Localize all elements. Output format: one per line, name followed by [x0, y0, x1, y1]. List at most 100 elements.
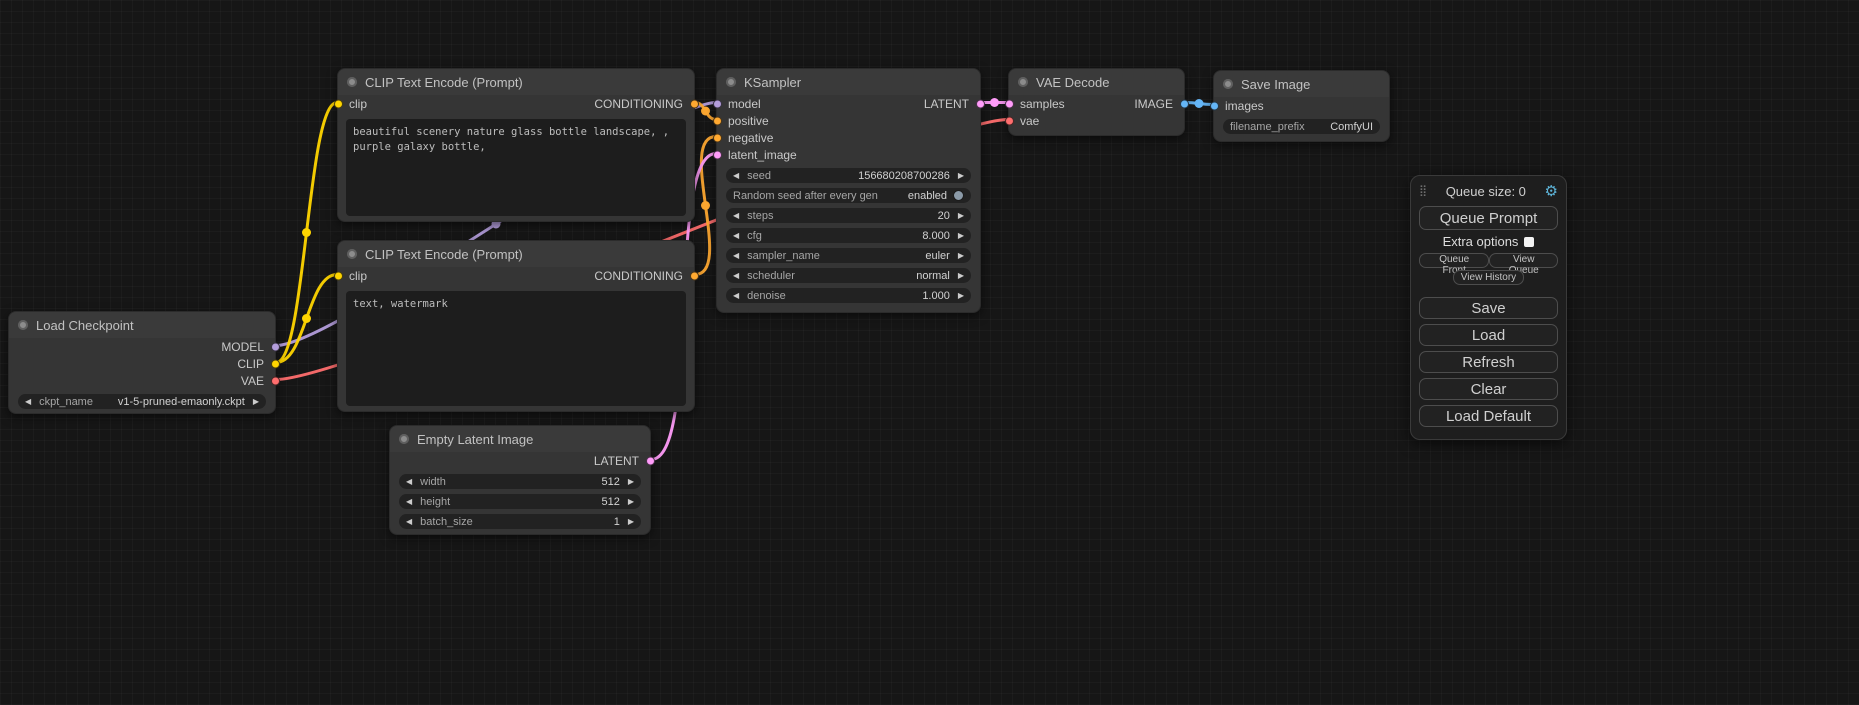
node-header[interactable]: VAE Decode	[1009, 69, 1184, 95]
vae-output-port[interactable]	[271, 376, 280, 385]
save-button[interactable]: Save	[1419, 297, 1558, 319]
node-vae-decode[interactable]: VAE Decode samples IMAGE vae	[1008, 68, 1185, 136]
increment-arrow-icon[interactable]: ▶	[628, 497, 634, 506]
clear-button[interactable]: Clear	[1419, 378, 1558, 400]
batch-size-widget[interactable]: ◀ batch_size 1 ▶	[399, 514, 641, 529]
random-seed-toggle[interactable]	[953, 190, 964, 201]
decrement-arrow-icon[interactable]: ◀	[406, 477, 412, 486]
height-widget[interactable]: ◀ height 512 ▶	[399, 494, 641, 509]
node-load-checkpoint[interactable]: Load Checkpoint MODEL CLIP VAE ◀ ckpt_na…	[8, 311, 276, 414]
increment-arrow-icon[interactable]: ▶	[958, 231, 964, 240]
increment-arrow-icon[interactable]: ▶	[628, 477, 634, 486]
node-ksampler[interactable]: KSampler model LATENT positive negative …	[716, 68, 981, 313]
view-queue-button[interactable]: View Queue	[1489, 253, 1558, 268]
output-label: MODEL	[221, 340, 264, 354]
refresh-button[interactable]: Refresh	[1419, 351, 1558, 373]
decrement-arrow-icon[interactable]: ◀	[733, 291, 739, 300]
widget-label: ckpt_name	[39, 396, 93, 408]
node-empty-latent-image[interactable]: Empty Latent Image LATENT ◀ width 512 ▶ …	[389, 425, 651, 535]
ckpt-name-widget[interactable]: ◀ ckpt_name v1-5-pruned-emaonly.ckpt ▶	[18, 394, 266, 409]
node-header[interactable]: Empty Latent Image	[390, 426, 650, 452]
images-input-port[interactable]	[1210, 101, 1219, 110]
image-output-port[interactable]	[1180, 99, 1189, 108]
node-save-image[interactable]: Save Image images filename_prefix ComfyU…	[1213, 70, 1390, 142]
graph-canvas[interactable]: Load Checkpoint MODEL CLIP VAE ◀ ckpt_na…	[0, 0, 1859, 705]
decrement-arrow-icon[interactable]: ◀	[25, 397, 31, 406]
latent-image-input-port[interactable]	[713, 150, 722, 159]
increment-arrow-icon[interactable]: ▶	[958, 251, 964, 260]
filename-prefix-widget[interactable]: filename_prefix ComfyUI	[1223, 119, 1380, 134]
scheduler-widget[interactable]: ◀ scheduler normal ▶	[726, 268, 971, 283]
input-label: clip	[349, 269, 367, 283]
node-clip-text-encode-negative[interactable]: CLIP Text Encode (Prompt) clip CONDITION…	[337, 240, 695, 412]
widget-label: filename_prefix	[1230, 121, 1305, 133]
decrement-arrow-icon[interactable]: ◀	[733, 211, 739, 220]
load-default-button[interactable]: Load Default	[1419, 405, 1558, 427]
collapse-dot[interactable]	[1018, 77, 1028, 87]
decrement-arrow-icon[interactable]: ◀	[733, 251, 739, 260]
collapse-dot[interactable]	[347, 249, 357, 259]
prompt-textarea[interactable]: beautiful scenery nature glass bottle la…	[346, 119, 686, 216]
load-button[interactable]: Load	[1419, 324, 1558, 346]
decrement-arrow-icon[interactable]: ◀	[406, 517, 412, 526]
cfg-widget[interactable]: ◀ cfg 8.000 ▶	[726, 228, 971, 243]
widget-label: width	[420, 476, 446, 488]
drag-handle-icon[interactable]: ⣿	[1419, 186, 1427, 197]
node-header[interactable]: Load Checkpoint	[9, 312, 275, 338]
queue-prompt-button[interactable]: Queue Prompt	[1419, 206, 1558, 230]
collapse-dot[interactable]	[347, 77, 357, 87]
decrement-arrow-icon[interactable]: ◀	[733, 271, 739, 280]
clip-input-port[interactable]	[334, 99, 343, 108]
decrement-arrow-icon[interactable]: ◀	[733, 171, 739, 180]
collapse-dot[interactable]	[726, 77, 736, 87]
collapse-dot[interactable]	[1223, 79, 1233, 89]
node-clip-text-encode-positive[interactable]: CLIP Text Encode (Prompt) clip CONDITION…	[337, 68, 695, 222]
input-label: model	[728, 97, 761, 111]
decrement-arrow-icon[interactable]: ◀	[406, 497, 412, 506]
increment-arrow-icon[interactable]: ▶	[958, 271, 964, 280]
input-label: latent_image	[728, 148, 797, 162]
denoise-widget[interactable]: ◀ denoise 1.000 ▶	[726, 288, 971, 303]
model-output-port[interactable]	[271, 342, 280, 351]
node-header[interactable]: CLIP Text Encode (Prompt)	[338, 69, 694, 95]
samples-input-port[interactable]	[1005, 99, 1014, 108]
collapse-dot[interactable]	[18, 320, 28, 330]
sampler-name-widget[interactable]: ◀ sampler_name euler ▶	[726, 248, 971, 263]
clip-input-port[interactable]	[334, 271, 343, 280]
decrement-arrow-icon[interactable]: ◀	[733, 231, 739, 240]
conditioning-output-port[interactable]	[690, 99, 699, 108]
io-row: positive	[717, 112, 980, 129]
increment-arrow-icon[interactable]: ▶	[958, 291, 964, 300]
node-header[interactable]: Save Image	[1214, 71, 1389, 97]
prompt-textarea[interactable]: text, watermark	[346, 291, 686, 406]
clip-output-port[interactable]	[271, 359, 280, 368]
view-history-button[interactable]: View History	[1453, 270, 1524, 285]
queue-front-button[interactable]: Queue Front	[1419, 253, 1489, 268]
steps-widget[interactable]: ◀ steps 20 ▶	[726, 208, 971, 223]
extra-options-checkbox[interactable]	[1524, 237, 1534, 247]
io-row: images	[1214, 97, 1389, 114]
widget-value: 156680208700286	[858, 170, 950, 182]
seed-widget[interactable]: ◀ seed 156680208700286 ▶	[726, 168, 971, 183]
negative-input-port[interactable]	[713, 133, 722, 142]
node-header[interactable]: CLIP Text Encode (Prompt)	[338, 241, 694, 267]
model-input-port[interactable]	[713, 99, 722, 108]
vae-input-port[interactable]	[1005, 116, 1014, 125]
queue-size-label: Queue size: 0	[1427, 184, 1544, 199]
extra-options-row: Extra options	[1419, 234, 1558, 249]
output-row: VAE	[9, 372, 275, 389]
random-seed-widget[interactable]: Random seed after every gen enabled	[726, 188, 971, 203]
node-header[interactable]: KSampler	[717, 69, 980, 95]
increment-arrow-icon[interactable]: ▶	[958, 171, 964, 180]
queue-panel-header: ⣿ Queue size: 0 ⚙	[1419, 182, 1558, 200]
width-widget[interactable]: ◀ width 512 ▶	[399, 474, 641, 489]
positive-input-port[interactable]	[713, 116, 722, 125]
collapse-dot[interactable]	[399, 434, 409, 444]
increment-arrow-icon[interactable]: ▶	[958, 211, 964, 220]
increment-arrow-icon[interactable]: ▶	[628, 517, 634, 526]
latent-output-port[interactable]	[976, 99, 985, 108]
latent-output-port[interactable]	[646, 456, 655, 465]
settings-gear-icon[interactable]: ⚙	[1545, 184, 1558, 199]
increment-arrow-icon[interactable]: ▶	[253, 397, 259, 406]
conditioning-output-port[interactable]	[690, 271, 699, 280]
